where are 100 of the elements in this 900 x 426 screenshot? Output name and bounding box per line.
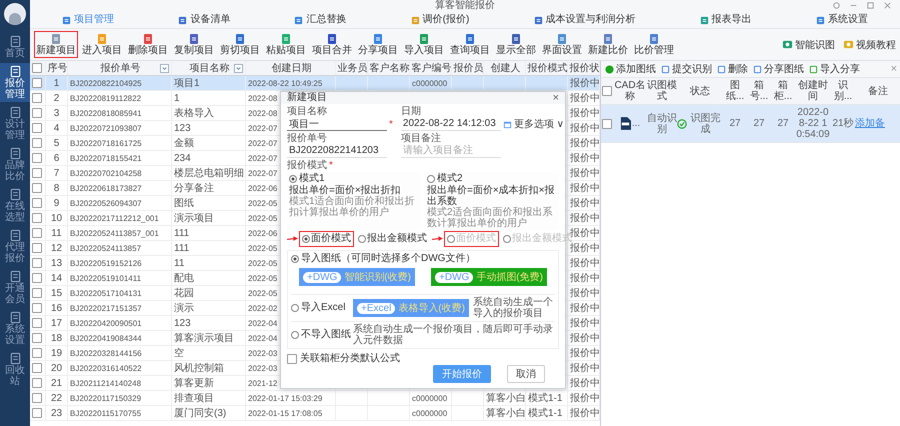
toolbar-button[interactable]: 智能识图 — [782, 38, 835, 52]
toolbar-button[interactable]: 删除 — [717, 62, 748, 76]
nav-tab[interactable]: 设备清单 — [174, 13, 234, 27]
toolbar-button[interactable]: 分享图纸 — [753, 62, 804, 76]
checkbox[interactable] — [32, 303, 42, 313]
column-header[interactable]: 报价模式 — [526, 61, 568, 75]
checkbox[interactable] — [32, 408, 42, 418]
radio-button[interactable]: 模式1 — [289, 173, 419, 185]
close-button[interactable]: × — [552, 92, 559, 104]
checkbox[interactable] — [32, 123, 42, 133]
radio-button[interactable]: 面价模式 — [299, 231, 354, 247]
toolbar-button[interactable]: 项目合并 — [310, 31, 354, 58]
input-field[interactable]: 项目一 — [287, 117, 387, 131]
checkbox[interactable] — [602, 118, 612, 128]
checkbox[interactable] — [32, 273, 42, 283]
nav-tab[interactable]: 系统设置 — [812, 13, 872, 27]
checkbox[interactable] — [32, 378, 42, 388]
checkbox[interactable] — [32, 258, 42, 268]
checkbox[interactable] — [32, 168, 42, 178]
sidebar-item[interactable]: 品牌比价 — [0, 145, 30, 184]
toolbar-button[interactable]: 提交识别 — [661, 62, 712, 76]
column-header[interactable]: 客户名称 — [368, 61, 410, 75]
nav-tab[interactable]: 调价(报价) — [406, 13, 474, 27]
checkbox[interactable] — [32, 183, 42, 193]
refresh-icon[interactable] — [832, 1, 841, 10]
toolbar-button[interactable]: 比价管理 — [632, 31, 676, 58]
maximize-icon[interactable] — [866, 1, 875, 10]
column-header[interactable]: CAD名称 — [613, 80, 647, 102]
input-field[interactable]: BJ20220822141203 — [287, 144, 387, 158]
radio-button[interactable]: 报出金额模式 — [355, 231, 430, 247]
column-header[interactable]: 备注 — [868, 86, 888, 96]
toolbar-button[interactable]: 导入项目 — [402, 31, 446, 58]
more-options-link[interactable]: 更多选项 ∨ — [514, 118, 564, 130]
checkbox[interactable] — [32, 333, 42, 343]
toolbar-button[interactable]: 查询项目 — [448, 31, 492, 58]
input-field[interactable]: 2022-08-22 14:12:03 — [400, 117, 501, 131]
toolbar-button[interactable]: 分享项目 — [356, 31, 400, 58]
column-header[interactable]: 序号 — [46, 61, 68, 75]
checkbox[interactable] — [32, 243, 42, 253]
filter-icon[interactable] — [234, 64, 243, 73]
column-header[interactable]: 客户编号 — [410, 61, 452, 75]
toolbar-button[interactable]: 显示全部 — [494, 31, 538, 58]
column-header[interactable]: 状态 — [690, 86, 710, 96]
checkbox[interactable] — [32, 63, 42, 73]
radio-button[interactable]: 导入图纸（可同时选择多个DWG文件） — [291, 253, 555, 265]
radio-button[interactable]: 导入Excel — [291, 302, 349, 314]
nav-tab[interactable]: 成本设置与利润分析 — [530, 13, 640, 27]
checkbox[interactable] — [32, 153, 42, 163]
sidebar-item[interactable]: 设计管理 — [0, 104, 30, 143]
checkbox[interactable] — [32, 198, 42, 208]
checkbox[interactable] — [32, 318, 42, 328]
column-header[interactable]: 创建人 — [484, 61, 526, 75]
input-field[interactable]: 请输入项目备注 — [400, 144, 501, 158]
sidebar-item[interactable]: 在线选型 — [0, 186, 30, 225]
nav-tab[interactable]: 项目管理 — [58, 13, 118, 27]
toolbar-button[interactable]: 进入项目 — [80, 31, 124, 58]
toolbar-button[interactable]: 添加图纸 — [605, 62, 656, 76]
radio-button[interactable]: 不导入图纸 — [291, 329, 349, 341]
nav-tab[interactable]: 汇总替换 — [290, 13, 350, 27]
column-header[interactable]: 报价单号 — [68, 61, 172, 75]
toolbar-button[interactable]: 剪切项目 — [218, 31, 262, 58]
column-header[interactable]: 图纸... — [723, 80, 747, 102]
checkbox[interactable] — [32, 93, 42, 103]
toolbar-button[interactable]: 界面设置 — [540, 31, 584, 58]
column-header[interactable]: 报价状 — [568, 61, 600, 75]
sidebar-item[interactable]: 系统设置 — [0, 309, 30, 348]
column-header[interactable]: 项目名称 — [172, 61, 246, 75]
checkbox[interactable] — [32, 228, 42, 238]
column-header[interactable]: 创建时间 — [795, 80, 831, 102]
column-header[interactable]: 箱柜... — [771, 80, 795, 102]
sidebar-item[interactable]: 报价管理 — [0, 63, 30, 102]
sidebar-item[interactable]: 首页 — [0, 33, 30, 61]
toolbar-button[interactable]: 新建项目 — [34, 31, 78, 58]
calendar-icon[interactable] — [502, 120, 512, 128]
column-header[interactable]: 报价员 — [452, 61, 484, 75]
sidebar-item[interactable]: 开通会员 — [0, 268, 30, 307]
sidebar-item[interactable]: 回收站 — [0, 350, 30, 389]
toolbar-button[interactable]: 复制项目 — [172, 31, 216, 58]
checkbox[interactable] — [602, 86, 612, 96]
checkbox[interactable] — [32, 393, 42, 403]
toolbar-button[interactable]: 删除项目 — [126, 31, 170, 58]
checkbox[interactable] — [32, 78, 42, 88]
checkbox[interactable] — [32, 138, 42, 148]
checkbox[interactable] — [32, 288, 42, 298]
checkbox[interactable]: 关联箱柜分类默认公式 — [287, 353, 559, 365]
column-header[interactable]: 业务员 — [336, 61, 368, 75]
toolbar-button[interactable]: 新建比价 — [586, 31, 630, 58]
column-header[interactable]: 识别... — [831, 80, 855, 102]
checkbox[interactable] — [32, 348, 42, 358]
checkbox[interactable] — [32, 363, 42, 373]
toolbar-button[interactable]: 视频教程 — [843, 38, 896, 52]
column-header[interactable]: 箱号... — [747, 80, 771, 102]
cancel-button[interactable]: 取消 — [507, 365, 545, 383]
checkbox[interactable] — [32, 108, 42, 118]
radio-button[interactable]: 模式2 — [427, 173, 557, 185]
sidebar-item[interactable]: 代理报价 — [0, 227, 30, 266]
checkbox[interactable] — [32, 213, 42, 223]
toolbar-button[interactable]: 导入分享 — [809, 62, 860, 76]
nav-tab[interactable]: 报表导出 — [696, 13, 756, 27]
column-header[interactable]: 创建日期 — [246, 61, 336, 75]
